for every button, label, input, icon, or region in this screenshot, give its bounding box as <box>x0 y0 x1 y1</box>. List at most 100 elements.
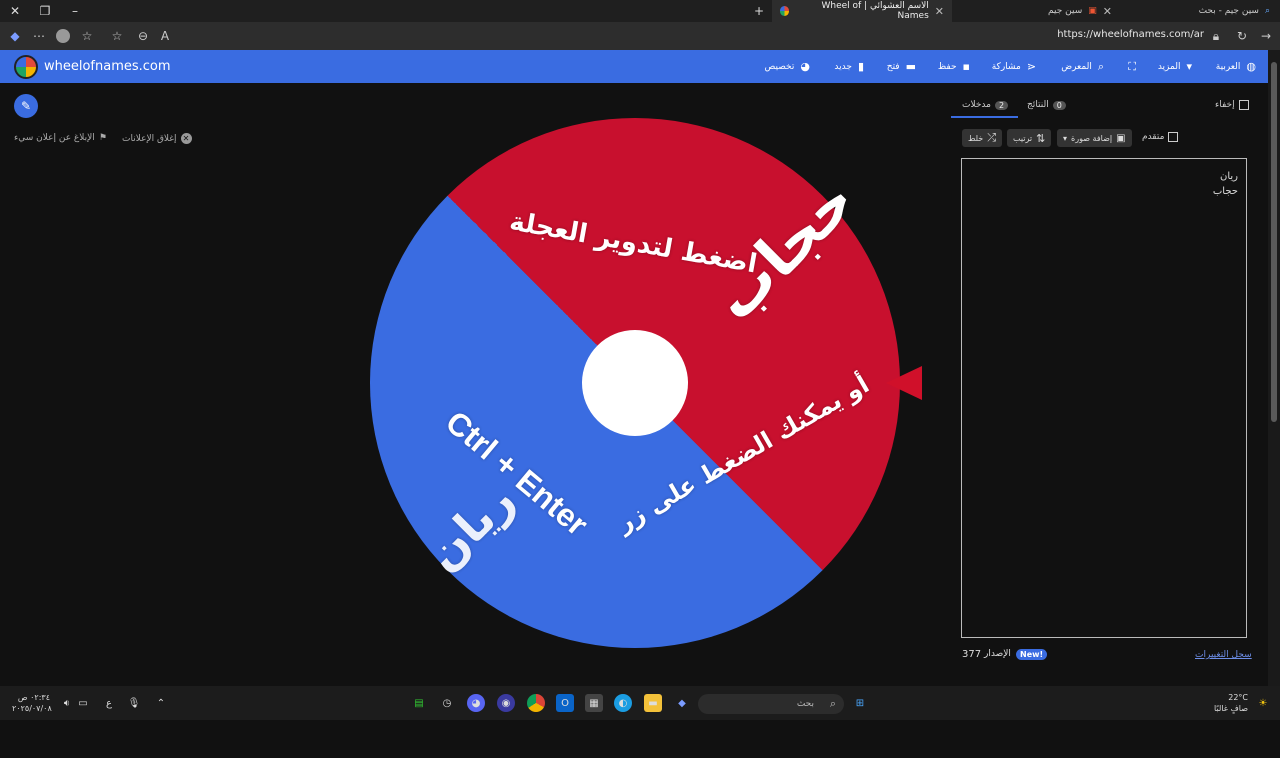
tab-title: سين جيم - بحث <box>1198 6 1259 16</box>
favicon-icon: ▣ <box>1088 6 1097 16</box>
weather-icon[interactable]: ☀ <box>1254 694 1272 712</box>
copilot-icon[interactable]: ◆ <box>6 27 24 45</box>
menu-open[interactable]: ▬ فتح <box>887 60 916 73</box>
tab-search[interactable]: ⌕ سين جيم - بحث <box>1170 0 1278 22</box>
palette-icon: ◕ <box>800 60 810 73</box>
address-bar: ◆ ⋯ ☆ ☆ ⊖ A https://wheelofnames.com/ar … <box>0 22 1280 50</box>
tab-seen-jeem[interactable]: ✕ ▣ سين جيم <box>1000 0 1120 22</box>
windows-start-icon[interactable]: ⊞ <box>851 694 869 712</box>
chrome-icon[interactable] <box>527 694 545 712</box>
reading-mode-icon[interactable]: ⊖ <box>134 27 152 45</box>
hide-toggle[interactable]: إخفاء <box>1215 100 1249 110</box>
add-image-button[interactable]: ▣ إضافة صورة ▾ <box>1057 129 1132 147</box>
app-icon-green[interactable]: ▤ <box>410 694 428 712</box>
page-scrollbar[interactable] <box>1268 50 1280 686</box>
profile-avatar-icon[interactable] <box>54 27 72 45</box>
read-aloud-icon[interactable]: A <box>156 27 174 45</box>
globe-icon: ◍ <box>1246 60 1256 73</box>
site-logo-text[interactable]: wheelofnames.com <box>44 59 171 74</box>
outlook-icon[interactable]: O <box>556 694 574 712</box>
share-icon: ⋖ <box>1026 60 1036 73</box>
close-tab-icon[interactable]: ✕ <box>1103 5 1112 18</box>
taskbar-weather[interactable]: 22°C صافٍ غالبًا <box>1212 692 1248 714</box>
microphone-icon[interactable]: 🎙︎ <box>125 694 143 712</box>
shuffle-label: خلط <box>968 133 984 143</box>
menu-label: المعرض <box>1061 62 1092 72</box>
teams-icon[interactable]: ◉ <box>497 694 515 712</box>
entry-line: ريان <box>1219 171 1238 182</box>
advanced-label: متقدم <box>1142 132 1165 142</box>
wheel-hub[interactable] <box>582 330 688 436</box>
keyboard-lang[interactable]: ع <box>100 694 118 712</box>
weather-desc: صافٍ غالبًا <box>1214 704 1248 713</box>
favorites-icon[interactable]: ☆ <box>78 27 96 45</box>
forward-icon[interactable]: → <box>1257 27 1275 45</box>
shuffle-icon: ⤮ <box>987 131 996 144</box>
tab-wheel-of-names[interactable]: ✕ الاسم العشوائي | Wheel of Names <box>772 0 952 22</box>
tab-title: سين جيم <box>1048 6 1083 16</box>
minimize-window-icon[interactable]: – <box>66 2 84 20</box>
menu-more[interactable]: ▾ المزيد <box>1158 60 1192 73</box>
close-tab-icon[interactable]: ✕ <box>935 5 944 18</box>
sort-button[interactable]: ⇅ ترتيب <box>1007 129 1052 147</box>
wheel-logo-icon[interactable] <box>14 55 38 79</box>
menu-gallery[interactable]: ⌕ المعرض <box>1061 60 1104 74</box>
caret-down-icon: ▾ <box>1063 133 1068 143</box>
fullscreen-icon: ⛶ <box>1128 60 1136 73</box>
new-tab-icon[interactable]: + <box>750 2 768 20</box>
menu-label: العربية <box>1215 61 1241 72</box>
chevron-up-icon[interactable]: ⌃ <box>152 694 170 712</box>
sort-icon: ⇅ <box>1036 131 1046 145</box>
results-count-badge: 0 <box>1052 100 1066 110</box>
refresh-icon[interactable]: ↻ <box>1233 27 1251 45</box>
hide-checkbox[interactable] <box>1238 100 1249 110</box>
display-icon[interactable]: ▭ <box>74 694 92 712</box>
menu-share[interactable]: ⋖ مشاركة <box>992 60 1036 73</box>
edit-pencil-icon[interactable]: ✎ <box>14 94 38 118</box>
clock-app-icon[interactable]: ◷ <box>438 694 456 712</box>
sort-label: ترتيب <box>1013 133 1033 143</box>
report-ad-link[interactable]: ⚑ الإبلاغ عن إعلان سيء <box>14 133 107 143</box>
url-text[interactable]: https://wheelofnames.com/ar <box>1057 29 1204 40</box>
taskbar-search[interactable]: بحث ⌕ <box>698 694 844 714</box>
volume-icon[interactable]: 🔉︎ <box>58 694 76 712</box>
menu-label: جديد <box>834 61 852 72</box>
store-icon[interactable]: ▦ <box>585 694 603 712</box>
taskbar-clock[interactable]: ٠٢:٣٤ ص ٢٠٢٥/٠٧/٠٨ <box>12 692 52 714</box>
weather-temp: 22°C <box>1228 693 1248 702</box>
tab-title: الاسم العشوائي | Wheel of Names <box>821 1 929 21</box>
site-header: wheelofnames.com ◍ العربية ▾ المزيد ⛶ ⌕ الم… <box>0 50 1268 83</box>
new-badge: New! <box>1016 649 1048 660</box>
changelog-link[interactable]: سجل التغييرات <box>1195 650 1252 660</box>
scrollbar-thumb[interactable] <box>1271 62 1277 422</box>
menu-customize[interactable]: ◕ تخصيص <box>765 60 810 73</box>
image-icon: ▣ <box>1116 132 1126 144</box>
report-ad-label: الإبلاغ عن إعلان سيء <box>14 133 95 143</box>
menu-save[interactable]: ▪ حفظ <box>938 60 970 73</box>
results-tab-label: النتائج <box>1027 100 1049 110</box>
advanced-toggle[interactable]: متقدم <box>1142 132 1179 142</box>
more-options-icon[interactable]: ⋯ <box>30 27 48 45</box>
close-ads-link[interactable]: ✕ إغلاق الإعلانات <box>122 133 192 144</box>
add-favorite-icon[interactable]: ☆ <box>108 27 126 45</box>
restore-window-icon[interactable]: ❐ <box>36 2 54 20</box>
entries-textarea[interactable]: ريان حجاب <box>961 158 1247 638</box>
menu-new[interactable]: ▮ جديد <box>834 60 864 73</box>
copilot-taskbar-icon[interactable]: ◆ <box>673 694 691 712</box>
file-explorer-icon[interactable]: ▬ <box>644 694 662 712</box>
edge-icon[interactable]: ◐ <box>614 694 632 712</box>
menu-fullscreen[interactable]: ⛶ <box>1128 60 1136 74</box>
shuffle-button[interactable]: ⤮ خلط <box>962 129 1002 147</box>
search-icon: ⌕ <box>829 697 836 710</box>
clock-date: ٢٠٢٥/٠٧/٠٨ <box>12 704 52 713</box>
caret-down-icon: ▾ <box>1186 60 1192 73</box>
discord-icon[interactable]: ◕ <box>467 694 485 712</box>
menu-language[interactable]: ◍ العربية <box>1216 60 1256 73</box>
close-window-icon[interactable]: ✕ <box>6 2 24 20</box>
windows-taskbar: ⌃ 🎙︎ ع ▭ 🔉︎ ▤ ◷ ◕ ◉ O ▦ ◐ ▬ ◆ بحث ⌕ ⊞ ☀ <box>0 686 1280 720</box>
menu-label: حفظ <box>937 61 957 72</box>
tab-entries[interactable]: 2 مدخلات <box>962 100 1009 110</box>
tab-results[interactable]: 0 النتائج <box>1027 100 1066 110</box>
search-placeholder: بحث <box>796 699 814 709</box>
advanced-checkbox[interactable] <box>1168 132 1179 142</box>
